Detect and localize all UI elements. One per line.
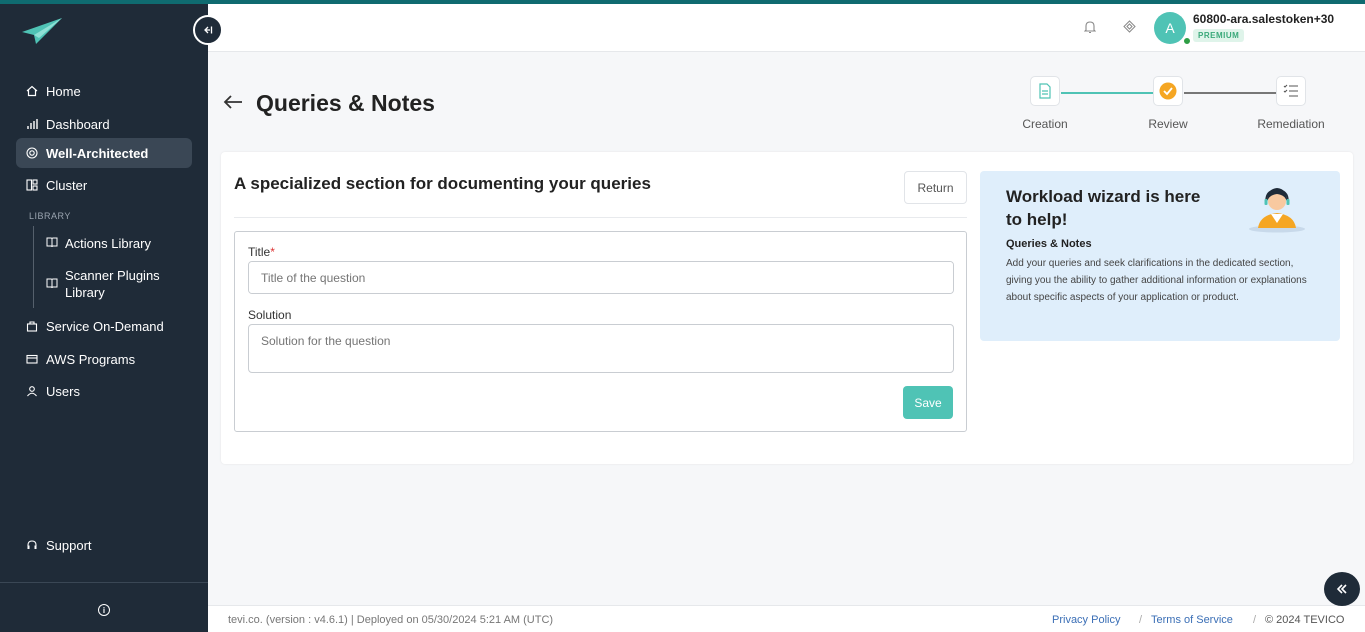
sidebar-item-label: Service On-Demand: [46, 318, 164, 334]
step-creation[interactable]: [1030, 76, 1060, 106]
sidebar-item-label: Support: [46, 537, 92, 553]
privacy-policy-link[interactable]: Privacy Policy: [1052, 614, 1120, 626]
top-header: A 60800-ara.salestoken+30 PREMIUM: [208, 4, 1365, 52]
sidebar-item-home[interactable]: Home: [16, 76, 192, 106]
return-button[interactable]: Return: [904, 171, 967, 204]
help-subtitle: Queries & Notes: [1006, 238, 1092, 250]
support-agent-illustration: [1249, 188, 1305, 233]
solution-field-label: Solution: [248, 308, 292, 322]
bell-icon[interactable]: [1084, 20, 1096, 34]
section-title: A specialized section for documenting yo…: [234, 174, 651, 193]
help-description: Add your queries and seek clarifications…: [1006, 258, 1307, 303]
sidebar-item-users[interactable]: Users: [16, 376, 192, 406]
username[interactable]: 60800-ara.salestoken+30: [1193, 12, 1334, 26]
card-divider: [234, 217, 967, 218]
book-icon: [46, 235, 58, 252]
step-label-review: Review: [1148, 117, 1188, 131]
collapse-left-icon: [204, 26, 213, 34]
target-icon: [26, 147, 38, 159]
collapse-sidebar-button[interactable]: [193, 15, 223, 45]
info-icon[interactable]: i: [98, 604, 110, 616]
copyright: © 2024 TEVICO: [1265, 614, 1345, 626]
sidebar-item-cluster[interactable]: Cluster: [16, 170, 192, 200]
save-button[interactable]: Save: [903, 386, 953, 419]
sidebar-item-service-on-demand[interactable]: Service On-Demand: [16, 311, 192, 341]
queries-card: A specialized section for documenting yo…: [221, 152, 1353, 464]
sidebar-item-label: AWS Programs: [46, 351, 136, 367]
online-status-dot: [1182, 36, 1192, 46]
step-review[interactable]: [1153, 76, 1183, 106]
check-circle-icon: [1159, 82, 1177, 100]
version-info: tevi.co. (version : v4.6.1) | Deployed o…: [228, 614, 554, 626]
book-icon: [46, 276, 58, 293]
bar-chart-icon: [26, 118, 38, 130]
title-field-label: Title*: [248, 245, 275, 259]
logo-icon[interactable]: [22, 18, 62, 44]
query-form: Title* Solution Save: [234, 231, 967, 432]
footer-separator: /: [1253, 614, 1257, 626]
sidebar-item-aws-programs[interactable]: AWS Programs: [16, 344, 192, 374]
step-remediation[interactable]: [1276, 76, 1306, 106]
required-mark: *: [270, 245, 275, 259]
home-icon: [26, 85, 38, 97]
step-label-creation: Creation: [1022, 117, 1068, 131]
document-icon: [1039, 83, 1051, 99]
layout-icon: [26, 179, 38, 191]
stepper-line-pending: [1184, 92, 1276, 94]
step-label-remediation: Remediation: [1257, 117, 1325, 131]
sidebar-item-well-architected[interactable]: Well-Architected: [16, 138, 192, 168]
sidebar-item-label: Cluster: [46, 177, 88, 193]
headset-icon: [26, 539, 38, 551]
sidebar-item-label: Actions Library: [65, 236, 151, 251]
sidebar-item-label: Users: [46, 383, 80, 399]
double-chevron-left-icon: [1336, 584, 1347, 594]
sidebar-item-scanner-plugins-library[interactable]: Scanner Plugins Library: [46, 267, 186, 301]
sidebar-item-label: Scanner Plugins Library: [65, 268, 160, 300]
footer: tevi.co. (version : v4.6.1) | Deployed o…: [208, 605, 1365, 632]
help-title: Workload wizard is here to help!: [1006, 187, 1201, 229]
sidebar-item-label: Home: [46, 83, 81, 99]
sidebar-item-support[interactable]: Support: [16, 530, 192, 560]
diamond-icon[interactable]: [1123, 20, 1136, 33]
back-arrow-icon[interactable]: [222, 92, 244, 112]
user-icon: [26, 385, 38, 397]
collapse-panel-button[interactable]: [1324, 572, 1360, 606]
card-icon: [26, 353, 38, 365]
list-icon: [1283, 84, 1298, 97]
library-tree-line: [33, 226, 34, 308]
premium-badge: PREMIUM: [1193, 29, 1245, 42]
sidebar-item-dashboard[interactable]: Dashboard: [16, 109, 192, 139]
terms-of-service-link[interactable]: Terms of Service: [1151, 614, 1233, 626]
sidebar-item-label: Dashboard: [46, 116, 110, 132]
footer-separator: /: [1139, 614, 1143, 626]
solution-input[interactable]: [248, 324, 954, 373]
title-input[interactable]: [248, 261, 954, 294]
sidebar-item-actions-library[interactable]: Actions Library: [46, 235, 186, 252]
stepper-line-complete: [1061, 92, 1153, 94]
bag-icon: [26, 320, 38, 332]
title-label-text: Title: [248, 245, 271, 259]
page-title: Queries & Notes: [256, 90, 435, 116]
sidebar-item-label: Well-Architected: [46, 145, 149, 161]
sidebar-divider: [0, 582, 208, 583]
help-panel: Workload wizard is here to help! Queries…: [980, 171, 1340, 341]
library-section-label: LIBRARY: [29, 211, 71, 221]
sidebar: Home Dashboard Well-Architected Cluster …: [0, 4, 208, 632]
